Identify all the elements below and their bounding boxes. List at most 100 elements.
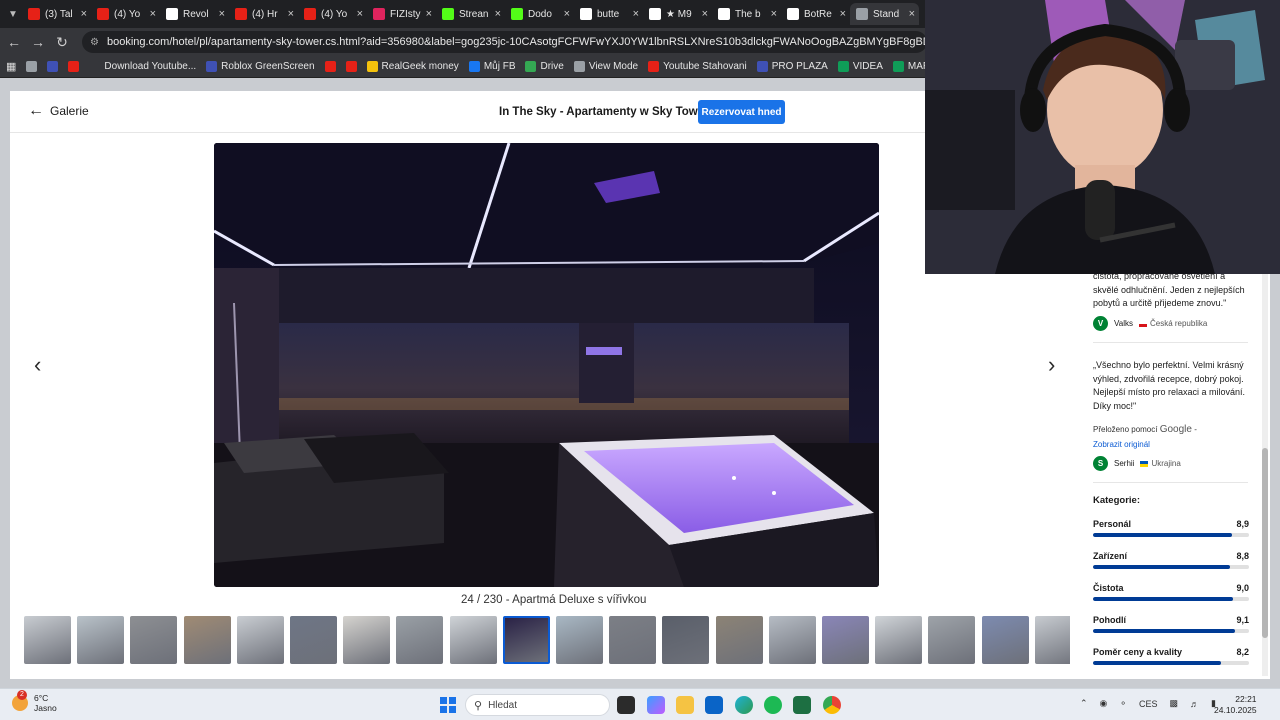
- gallery-thumbnail[interactable]: [768, 616, 816, 664]
- obs-icon[interactable]: ◉: [1100, 698, 1108, 709]
- reserve-now-button[interactable]: Rezervovat hned: [698, 100, 785, 124]
- edge-icon[interactable]: [735, 696, 753, 714]
- browser-tab[interactable]: Stand ×: [850, 3, 919, 25]
- close-icon[interactable]: ×: [426, 8, 432, 20]
- file-explorer-icon[interactable]: [676, 696, 694, 714]
- browser-tab[interactable]: ★ M9 ×: [643, 3, 712, 25]
- close-icon[interactable]: ×: [633, 8, 639, 20]
- browser-tab[interactable]: BotRe ×: [781, 3, 850, 25]
- bookmark-item[interactable]: RealGeek money: [366, 61, 459, 72]
- gallery-thumbnail[interactable]: [130, 616, 178, 664]
- bookmark-item[interactable]: View Mode: [573, 61, 639, 72]
- browser-tab[interactable]: The b ×: [712, 3, 781, 25]
- apps-grid-icon[interactable]: ▦: [6, 60, 16, 73]
- gallery-thumbnail[interactable]: [609, 616, 657, 664]
- score-bar-track: [1093, 565, 1249, 569]
- gallery-thumbnail[interactable]: [556, 616, 603, 664]
- site-info-icon[interactable]: ⚙: [90, 37, 99, 48]
- close-icon[interactable]: ×: [357, 8, 363, 20]
- forward-icon[interactable]: →: [26, 34, 50, 50]
- weather-widget[interactable]: 2 6°C Jasno: [12, 690, 57, 713]
- gallery-thumbnail[interactable]: [449, 616, 497, 664]
- terminal-icon[interactable]: [617, 696, 635, 714]
- gallery-back-button[interactable]: ← Galerie: [28, 103, 89, 119]
- gallery-thumbnail[interactable]: [875, 616, 923, 664]
- language-indicator[interactable]: CES: [1139, 699, 1158, 709]
- gallery-thumbnail[interactable]: [24, 616, 71, 664]
- bookmark-item[interactable]: [324, 61, 336, 72]
- bookmark-item[interactable]: Youtube Stahovani: [648, 61, 747, 72]
- show-original-link[interactable]: Zobrazit originál: [1093, 440, 1150, 449]
- close-icon[interactable]: ×: [150, 8, 156, 20]
- gallery-thumbnail[interactable]: [662, 616, 710, 664]
- bookmark-icon: [206, 61, 218, 72]
- bookmark-item[interactable]: [68, 61, 80, 72]
- gallery-thumbnail[interactable]: [715, 616, 763, 664]
- bookmark-label: Youtube Stahovani: [663, 61, 747, 72]
- network-icon[interactable]: ▩: [1169, 698, 1178, 709]
- gallery-thumbnail[interactable]: [928, 616, 976, 664]
- close-icon[interactable]: ×: [219, 8, 225, 20]
- close-icon[interactable]: ×: [564, 8, 570, 20]
- gallery-thumbnail[interactable]: [77, 616, 125, 664]
- avatar: S: [1093, 456, 1108, 471]
- browser-tab[interactable]: (3) Tal ×: [22, 3, 91, 25]
- browser-tab[interactable]: (4) Yo ×: [91, 3, 160, 25]
- close-icon[interactable]: ×: [771, 8, 777, 20]
- bookmark-item[interactable]: Můj FB: [468, 61, 515, 72]
- gallery-thumbnail[interactable]: [502, 616, 550, 664]
- bookmark-item[interactable]: Drive: [525, 61, 564, 72]
- bookmark-item[interactable]: [47, 61, 59, 72]
- browser-tab[interactable]: butte ×: [574, 3, 643, 25]
- close-icon[interactable]: ×: [702, 8, 708, 20]
- categories-title: Kategorie:: [1093, 495, 1140, 506]
- bookmark-item[interactable]: PRO PLAZA: [756, 61, 828, 72]
- browser-tab[interactable]: Revol ×: [160, 3, 229, 25]
- bookmark-label: View Mode: [588, 61, 639, 72]
- scrollbar-thumb[interactable]: [1262, 448, 1268, 638]
- browser-tab[interactable]: Strean ×: [436, 3, 505, 25]
- close-icon[interactable]: ×: [495, 8, 501, 20]
- close-icon[interactable]: ×: [909, 8, 915, 20]
- browser-tab[interactable]: (4) Yo ×: [298, 3, 367, 25]
- taskbar-search-input[interactable]: ⚲ Hledat: [465, 694, 610, 716]
- bookmark-item[interactable]: [345, 61, 357, 72]
- url-input[interactable]: ⚙ booking.com/hotel/pl/apartamenty-sky-t…: [82, 31, 927, 53]
- reload-icon[interactable]: ↻: [50, 34, 74, 51]
- tab-search-icon[interactable]: ▼: [4, 9, 22, 20]
- chevron-up-icon[interactable]: ⌃: [1080, 698, 1088, 709]
- gallery-thumbnail[interactable]: [290, 616, 337, 664]
- volume-icon[interactable]: ♬: [1190, 699, 1199, 709]
- back-icon[interactable]: ←: [2, 34, 26, 50]
- excel-icon[interactable]: [793, 696, 811, 714]
- copilot-icon[interactable]: [647, 696, 665, 714]
- browser-tab[interactable]: FIZIsty ×: [367, 3, 436, 25]
- gallery-thumbnail[interactable]: [236, 616, 284, 664]
- tab-label: BotRe: [804, 8, 832, 20]
- microphone-icon[interactable]: ⚬: [1119, 698, 1127, 709]
- browser-tab[interactable]: Dodo ×: [505, 3, 574, 25]
- spotify-icon[interactable]: [764, 696, 782, 714]
- gallery-thumbnail[interactable]: [1034, 616, 1070, 664]
- gallery-thumbnail[interactable]: [183, 616, 231, 664]
- gallery-thumbnail[interactable]: [822, 616, 869, 664]
- browser-tab[interactable]: (4) Hr ×: [229, 3, 298, 25]
- close-icon[interactable]: ×: [288, 8, 294, 20]
- gallery-thumbnail[interactable]: [343, 616, 391, 664]
- next-photo-button[interactable]: ›: [1048, 354, 1055, 376]
- webcam-overlay: [925, 0, 1280, 274]
- gallery-thumbnail[interactable]: [396, 616, 444, 664]
- close-icon[interactable]: ×: [840, 8, 846, 20]
- previous-photo-button[interactable]: ‹: [34, 354, 41, 376]
- windows-start-icon[interactable]: [440, 697, 456, 713]
- gallery-thumbnail[interactable]: [981, 616, 1029, 664]
- sidebar-scrollbar[interactable]: [1262, 268, 1268, 676]
- bookmark-item[interactable]: Download Youtube...: [89, 61, 196, 72]
- bookmark-item[interactable]: [26, 61, 38, 72]
- bookmark-item[interactable]: Roblox GreenScreen: [206, 61, 315, 72]
- outlook-icon[interactable]: [705, 696, 723, 714]
- chrome-icon[interactable]: [823, 696, 841, 714]
- bookmark-item[interactable]: VIDEA: [837, 61, 883, 72]
- clock[interactable]: 22:21 24.10.2025: [1214, 694, 1257, 716]
- close-icon[interactable]: ×: [81, 8, 87, 20]
